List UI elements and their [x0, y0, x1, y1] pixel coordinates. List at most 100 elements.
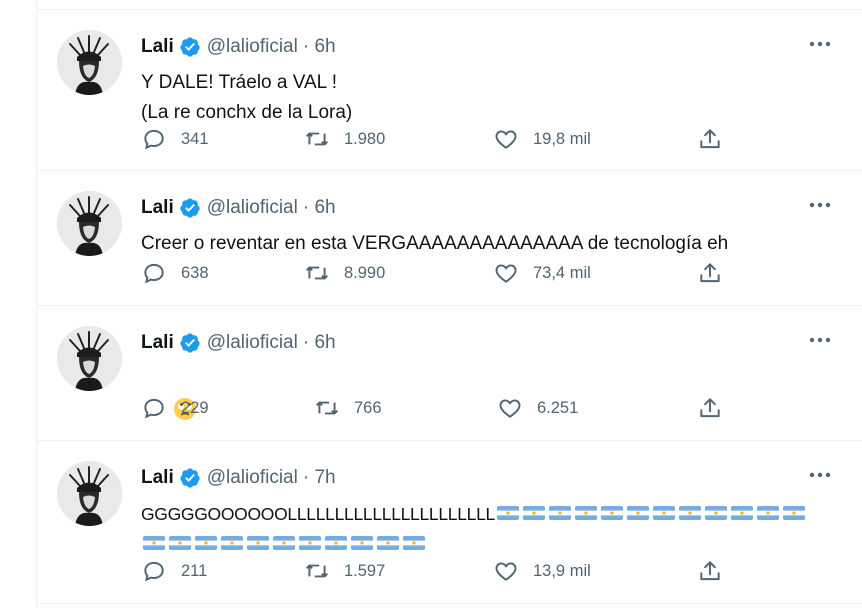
author-handle[interactable]: @lalioficial [207, 197, 298, 219]
retweet-icon [306, 132, 328, 146]
tweet[interactable]: Lali @lalioficial · 6h Creer o reventar … [37, 171, 862, 306]
verified-badge-icon [180, 333, 200, 353]
author-name[interactable]: Lali [141, 36, 174, 58]
share-icon [700, 561, 720, 581]
argentina-flag-icon [247, 536, 269, 551]
tweet-time[interactable]: · 6h [303, 332, 336, 354]
like-button[interactable]: 13,9 mil [493, 558, 591, 584]
avatar[interactable] [57, 191, 122, 256]
reply-button[interactable]: 211 [141, 558, 207, 584]
like-count: 73,4 mil [533, 263, 591, 282]
tweet-text-line: (La re conchx de la Lora) [141, 102, 353, 123]
retweet-icon [306, 564, 328, 578]
retweet-button[interactable]: 8.990 [304, 260, 385, 286]
more-options-icon[interactable] [807, 465, 833, 485]
profile-portrait-icon [57, 191, 122, 256]
avatar[interactable] [57, 326, 122, 391]
argentina-flag-icon [756, 506, 779, 521]
tweet-actions: 341 1.980 19,8 mil [141, 126, 741, 156]
tweet-actions: 229 766 6.251 [141, 395, 741, 425]
share-icon [700, 263, 720, 283]
reply-button[interactable]: 229 [141, 395, 209, 421]
author-name[interactable]: Lali [141, 332, 174, 354]
tweet-time[interactable]: · 6h [303, 197, 336, 219]
retweet-count: 766 [354, 398, 382, 417]
share-button[interactable] [697, 126, 737, 152]
reply-icon [144, 561, 164, 582]
share-icon [700, 398, 720, 418]
retweet-button[interactable]: 1.597 [304, 558, 385, 584]
profile-portrait-icon [57, 30, 122, 95]
reply-count: 341 [181, 129, 209, 148]
argentina-flag-icon [403, 536, 425, 551]
like-count: 13,9 mil [533, 561, 591, 580]
tweet[interactable]: Lali @lalioficial · 6h 229 766 6.251 [37, 306, 862, 441]
share-button[interactable] [697, 558, 737, 584]
reply-count: 229 [181, 398, 209, 417]
tweet-header: Lali @lalioficial · 6h [141, 332, 336, 354]
author-name[interactable]: Lali [141, 467, 174, 489]
retweet-button[interactable]: 766 [314, 395, 382, 421]
tweet-text: GGGGGOOOOOOLLLLLLLLLLLLLLLLLLLLLL [141, 499, 807, 559]
author-handle[interactable]: @lalioficial [207, 332, 298, 354]
heart-icon [495, 562, 517, 581]
tweet-text: Creer o reventar en esta VERGAAAAAAAAAAA… [141, 229, 728, 259]
retweet-count: 1.980 [344, 129, 386, 148]
reply-icon [144, 263, 164, 284]
argentina-flag-icon [351, 536, 373, 551]
argentina-flag-icon [273, 536, 295, 551]
tweet-time[interactable]: · 6h [303, 36, 336, 58]
avatar[interactable] [57, 461, 122, 526]
argentina-flag-icon [195, 536, 217, 551]
heart-icon [499, 399, 521, 418]
argentina-flag-icon [169, 536, 191, 551]
retweet-count: 8.990 [344, 263, 386, 282]
avatar[interactable] [57, 30, 122, 95]
retweet-button[interactable]: 1.980 [304, 126, 385, 152]
like-button[interactable]: 6.251 [497, 395, 578, 421]
reply-button[interactable]: 341 [141, 126, 209, 152]
more-options-icon[interactable] [807, 195, 833, 215]
share-button[interactable] [697, 395, 737, 421]
retweet-icon [316, 401, 338, 415]
like-count: 6.251 [537, 398, 579, 417]
tweet-feed: Lali @lalioficial · 6h Y DALE! Tráelo a … [36, 0, 862, 608]
argentina-flag-icon [678, 506, 701, 521]
author-handle[interactable]: @lalioficial [207, 467, 298, 489]
reply-icon [144, 398, 164, 419]
argentina-flag-icon [522, 506, 545, 521]
tweet-actions: 211 1.597 13,9 mil [141, 558, 741, 588]
tweet-header: Lali @lalioficial · 7h [141, 467, 336, 489]
tweet-actions: 638 8.990 73,4 mil [141, 260, 741, 290]
reply-icon [144, 129, 164, 150]
verified-badge-icon [180, 37, 200, 57]
argentina-flag-icon [496, 506, 519, 521]
like-button[interactable]: 19,8 mil [493, 126, 591, 152]
tweet[interactable]: Lali @lalioficial · 6h Y DALE! Tráelo a … [37, 10, 862, 171]
argentina-flag-icon [782, 506, 805, 521]
more-options-icon[interactable] [807, 34, 833, 54]
argentina-flag-icon [626, 506, 649, 521]
more-options-icon[interactable] [807, 330, 833, 350]
author-handle[interactable]: @lalioficial [207, 36, 298, 58]
reply-button[interactable]: 638 [141, 260, 209, 286]
like-button[interactable]: 73,4 mil [493, 260, 591, 286]
argentina-flag-icon [221, 536, 243, 551]
heart-icon [495, 130, 517, 149]
author-name[interactable]: Lali [141, 197, 174, 219]
tweet-time[interactable]: · 7h [303, 467, 336, 489]
retweet-count: 1.597 [344, 561, 386, 580]
argentina-flag-icon [574, 506, 597, 521]
verified-badge-icon [180, 198, 200, 218]
share-button[interactable] [697, 260, 737, 286]
flag-row [141, 529, 807, 559]
argentina-flag-icon [730, 506, 753, 521]
verified-badge-icon [180, 468, 200, 488]
argentina-flag-icon [548, 506, 571, 521]
tweet-header: Lali @lalioficial · 6h [141, 197, 336, 219]
argentina-flag-icon [299, 536, 321, 551]
tweet-header: Lali @lalioficial · 6h [141, 36, 336, 58]
retweet-icon [306, 266, 328, 280]
argentina-flag-icon [143, 536, 165, 551]
tweet[interactable]: Lali @lalioficial · 7h GGGGGOOOOOOLLLLLL… [37, 441, 862, 604]
